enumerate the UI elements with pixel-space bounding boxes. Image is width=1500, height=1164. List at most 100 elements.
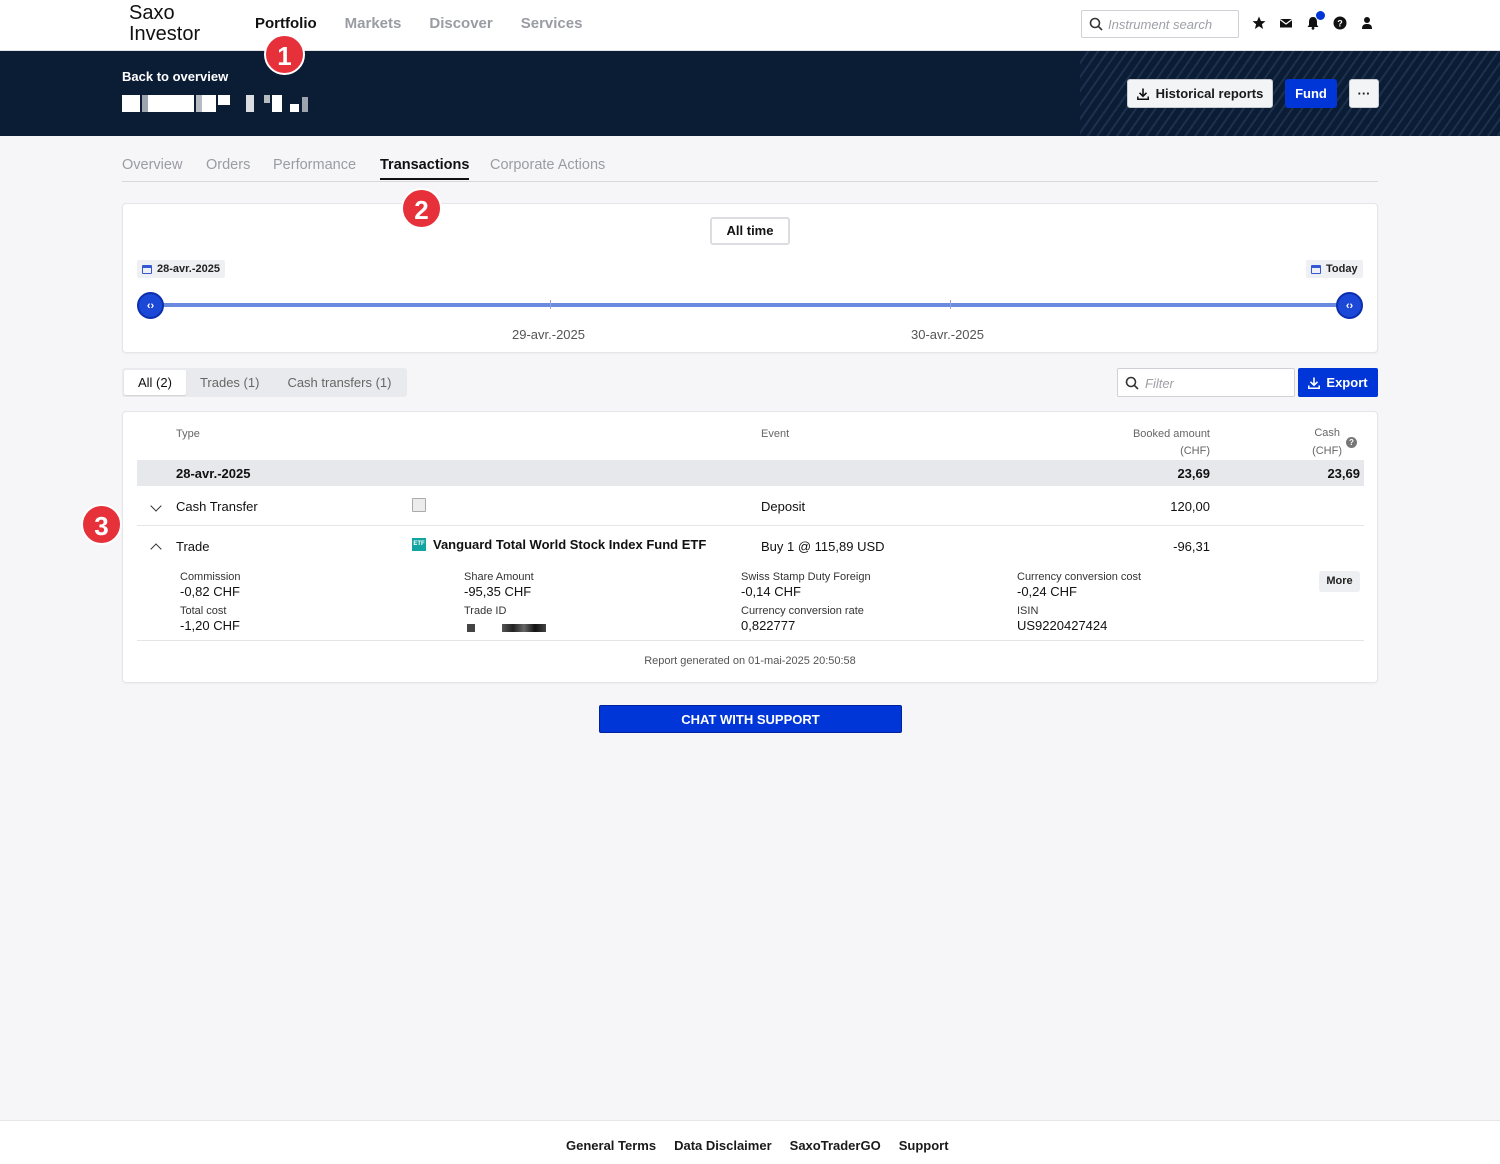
- more-actions-button[interactable]: ···: [1349, 79, 1379, 108]
- footer-link-data-disclaimer[interactable]: Data Disclaimer: [674, 1138, 772, 1153]
- user-icon[interactable]: [1360, 16, 1374, 30]
- nav-services[interactable]: Services: [521, 15, 583, 32]
- download-icon: [1136, 88, 1149, 100]
- row-divider: [137, 525, 1364, 526]
- end-date-chip[interactable]: Today: [1306, 260, 1363, 278]
- header-event[interactable]: Event: [761, 428, 789, 440]
- export-button[interactable]: Export: [1298, 368, 1378, 397]
- slider-tick-label: 30-avr.-2025: [911, 327, 984, 342]
- info-icon[interactable]: ?: [1346, 437, 1357, 448]
- share-amount-label: Share Amount: [464, 571, 534, 583]
- calendar-icon: [142, 264, 152, 274]
- footer-link-general-terms[interactable]: General Terms: [566, 1138, 656, 1153]
- slider-start-handle[interactable]: ‹›: [137, 292, 164, 319]
- main-nav: Portfolio Markets Discover Services: [255, 15, 582, 32]
- tab-performance[interactable]: Performance: [273, 157, 356, 173]
- header-cash-unit: (CHF): [1312, 445, 1342, 457]
- total-cost-label: Total cost: [180, 605, 227, 617]
- tab-transactions[interactable]: Transactions: [380, 157, 470, 180]
- export-label: Export: [1326, 375, 1368, 390]
- mail-icon[interactable]: [1279, 16, 1293, 30]
- slider-tick: [550, 300, 551, 309]
- footer: General Terms Data Disclaimer SaxoTrader…: [0, 1120, 1500, 1164]
- row-event: Buy 1 @ 115,89 USD: [761, 539, 885, 554]
- chat-with-support-button[interactable]: CHAT WITH SUPPORT: [599, 705, 902, 733]
- stamp-duty-label: Swiss Stamp Duty Foreign: [741, 571, 871, 583]
- header-booked-unit: (CHF): [1180, 445, 1210, 457]
- saxo-investor-logo[interactable]: Saxo Investor: [129, 3, 200, 45]
- trade-id-label: Trade ID: [464, 605, 507, 617]
- footer-link-support[interactable]: Support: [899, 1138, 949, 1153]
- slider-tick-label: 29-avr.-2025: [512, 327, 585, 342]
- conversion-rate-value: 0,822777: [741, 618, 796, 633]
- segment-trades[interactable]: Trades (1): [186, 370, 273, 395]
- instrument-search-input[interactable]: Instrument search: [1081, 10, 1239, 38]
- tab-corporate-actions[interactable]: Corporate Actions: [490, 157, 605, 173]
- historical-reports-button[interactable]: Historical reports: [1127, 79, 1273, 108]
- header-type[interactable]: Type: [176, 428, 200, 440]
- nav-discover[interactable]: Discover: [429, 15, 492, 32]
- search-placeholder: Instrument search: [1108, 17, 1213, 32]
- group-date: 28-avr.-2025: [176, 466, 251, 481]
- tab-orders[interactable]: Orders: [206, 157, 250, 173]
- document-icon[interactable]: [412, 498, 426, 512]
- all-time-button[interactable]: All time: [710, 217, 790, 245]
- tab-overview[interactable]: Overview: [122, 157, 182, 173]
- segment-all[interactable]: All (2): [124, 370, 186, 395]
- end-date-label: Today: [1326, 263, 1358, 275]
- help-icon[interactable]: ?: [1333, 16, 1347, 30]
- row-instrument[interactable]: Vanguard Total World Stock Index Fund ET…: [433, 537, 706, 552]
- filter-input[interactable]: Filter: [1117, 368, 1295, 397]
- slider-end-handle[interactable]: ‹›: [1336, 292, 1363, 319]
- search-icon: [1089, 17, 1103, 31]
- row-event: Deposit: [761, 499, 806, 514]
- fund-button[interactable]: Fund: [1285, 79, 1337, 108]
- historical-reports-label: Historical reports: [1155, 86, 1264, 101]
- logo-line-1: Saxo: [129, 2, 175, 24]
- drag-arrows-icon: ‹›: [1345, 299, 1354, 312]
- star-icon[interactable]: [1252, 16, 1266, 30]
- back-to-overview-link[interactable]: Back to overview: [122, 69, 228, 84]
- slider-tick: [950, 300, 951, 309]
- total-cost-value: -1,20 CHF: [180, 618, 240, 633]
- footer-link-saxotradergo[interactable]: SaxoTraderGO: [790, 1138, 881, 1153]
- conversion-cost-label: Currency conversion cost: [1017, 571, 1142, 583]
- nav-portfolio[interactable]: Portfolio: [255, 15, 317, 32]
- conversion-cost-value: -0,24 CHF: [1017, 584, 1077, 599]
- commission-label: Commission: [180, 571, 241, 583]
- etf-badge-icon: ETF: [412, 538, 426, 551]
- filter-placeholder: Filter: [1145, 376, 1174, 391]
- row-type: Cash Transfer: [176, 499, 258, 514]
- svg-text:?: ?: [1337, 19, 1343, 29]
- transaction-type-segments: All (2) Trades (1) Cash transfers (1): [122, 368, 408, 397]
- drag-arrows-icon: ‹›: [146, 299, 155, 312]
- commission-value: -0,82 CHF: [180, 584, 240, 599]
- stamp-duty-value: -0,14 CHF: [741, 584, 801, 599]
- row-booked-amount: 120,00: [1170, 499, 1210, 514]
- account-banner: Back to overview Historical reports Fund…: [0, 51, 1500, 136]
- notification-dot: [1316, 11, 1325, 20]
- account-subtabs: Overview Orders Performance Transactions…: [122, 157, 1378, 182]
- top-navigation-bar: Saxo Investor Portfolio Markets Discover…: [0, 0, 1500, 51]
- header-cash[interactable]: Cash: [1280, 427, 1340, 439]
- footer-links: General Terms Data Disclaimer SaxoTrader…: [566, 1138, 949, 1153]
- header-booked-amount[interactable]: Booked amount: [1090, 428, 1210, 440]
- conversion-rate-label: Currency conversion rate: [741, 605, 864, 617]
- more-details-button[interactable]: More: [1319, 571, 1360, 592]
- step-marker-1: 1: [264, 34, 305, 75]
- download-icon: [1308, 377, 1321, 389]
- notifications-icon[interactable]: [1306, 11, 1325, 30]
- nav-markets[interactable]: Markets: [345, 15, 402, 32]
- step-marker-2: 2: [401, 188, 442, 229]
- start-date-label: 28-avr.-2025: [157, 263, 220, 275]
- isin-label: ISIN: [1017, 605, 1039, 617]
- group-cash-total: 23,69: [1327, 466, 1360, 481]
- row-divider: [137, 640, 1364, 641]
- date-range-slider-track[interactable]: [152, 303, 1348, 307]
- isin-value: US9220427424: [1017, 618, 1108, 633]
- segment-cash-transfers[interactable]: Cash transfers (1): [273, 370, 405, 395]
- share-amount-value: -95,35 CHF: [464, 584, 532, 599]
- logo-line-2: Investor: [129, 23, 201, 45]
- row-booked-amount: -96,31: [1173, 539, 1210, 554]
- start-date-chip[interactable]: 28-avr.-2025: [137, 260, 225, 278]
